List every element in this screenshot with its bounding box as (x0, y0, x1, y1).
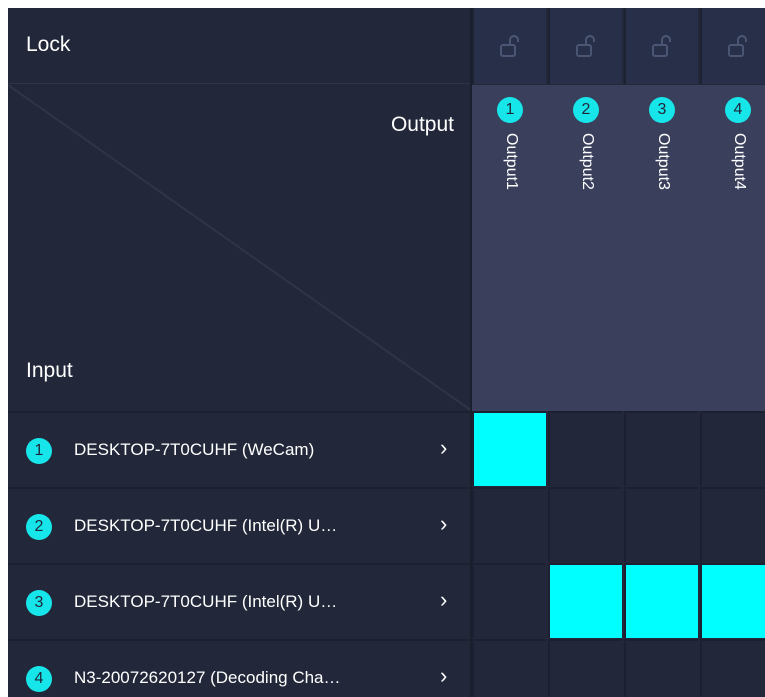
routing-matrix-panel: Lock Output Input 1 Output1 2 Output2 3 … (8, 8, 765, 697)
output-header-4[interactable]: 4 Output4 (700, 85, 765, 411)
lock-toggle-output4[interactable] (700, 8, 765, 84)
chevron-right-icon[interactable]: › (440, 587, 447, 613)
input-name-label: DESKTOP-7T0CUHF (WeCam) (74, 440, 315, 459)
output-name-label: Output1 (503, 133, 520, 190)
output-number-badge: 4 (725, 97, 751, 123)
chevron-right-icon[interactable]: › (440, 435, 447, 461)
output-name-label: Output4 (731, 133, 748, 190)
input-row-4[interactable]: 4 N3-20072620127 (Decoding Cha… › (8, 639, 472, 697)
output-name-label: Output2 (579, 133, 596, 190)
output-number-badge: 1 (497, 97, 523, 123)
output-axis-label: Output (390, 113, 454, 136)
lock-row: Lock (8, 8, 472, 84)
input-number-badge: 4 (26, 666, 52, 692)
input-axis-label: Input (26, 359, 73, 382)
matrix-cell-in4-out3[interactable] (624, 639, 698, 697)
lock-toggle-output1[interactable] (472, 8, 546, 84)
input-number-badge: 1 (26, 438, 52, 464)
matrix-cell-in1-out1[interactable] (472, 411, 546, 486)
input-number-badge: 2 (26, 514, 52, 540)
input-row-1[interactable]: 1 DESKTOP-7T0CUHF (WeCam) › (8, 411, 472, 486)
output-number-badge: 3 (649, 97, 675, 123)
column-divider (470, 8, 472, 697)
input-name-label: N3-20072620127 (Decoding Cha… (74, 668, 341, 687)
output-header-1[interactable]: 1 Output1 (472, 85, 548, 411)
chevron-right-icon[interactable]: › (440, 511, 447, 537)
input-row-3[interactable]: 3 DESKTOP-7T0CUHF (Intel(R) U… › (8, 563, 472, 638)
unlock-icon (500, 35, 519, 57)
matrix-cell-in3-out1[interactable] (472, 563, 546, 638)
lock-toggle-output2[interactable] (548, 8, 622, 84)
unlock-icon (728, 35, 747, 57)
chevron-right-icon[interactable]: › (440, 663, 447, 689)
matrix-cell-in1-out2[interactable] (548, 411, 622, 486)
unlock-icon (652, 35, 671, 57)
output-number-badge: 2 (573, 97, 599, 123)
input-name-label: DESKTOP-7T0CUHF (Intel(R) U… (74, 592, 338, 611)
unlock-icon (576, 35, 595, 57)
matrix-cell-in3-out3[interactable] (624, 563, 698, 638)
input-number-badge: 3 (26, 590, 52, 616)
matrix-cell-in1-out3[interactable] (624, 411, 698, 486)
output-header-3[interactable]: 3 Output3 (624, 85, 700, 411)
matrix-cell-in4-out1[interactable] (472, 639, 546, 697)
matrix-cell-in4-out2[interactable] (548, 639, 622, 697)
matrix-cell-in2-out3[interactable] (624, 487, 698, 562)
input-row-2[interactable]: 2 DESKTOP-7T0CUHF (Intel(R) U… › (8, 487, 472, 562)
matrix-cell-in3-out2[interactable] (548, 563, 622, 638)
lock-label: Lock (26, 33, 71, 56)
matrix-cell-in2-out2[interactable] (548, 487, 622, 562)
matrix-cell-in2-out4[interactable] (700, 487, 765, 562)
matrix-cell-in2-out1[interactable] (472, 487, 546, 562)
output-header-2[interactable]: 2 Output2 (548, 85, 624, 411)
matrix-cell-in4-out4[interactable] (700, 639, 765, 697)
output-name-label: Output3 (655, 133, 672, 190)
lock-toggle-output3[interactable] (624, 8, 698, 84)
input-name-label: DESKTOP-7T0CUHF (Intel(R) U… (74, 516, 338, 535)
matrix-cell-in3-out4[interactable] (700, 563, 765, 638)
matrix-corner-header: Output Input (8, 85, 472, 411)
matrix-cell-in1-out4[interactable] (700, 411, 765, 486)
